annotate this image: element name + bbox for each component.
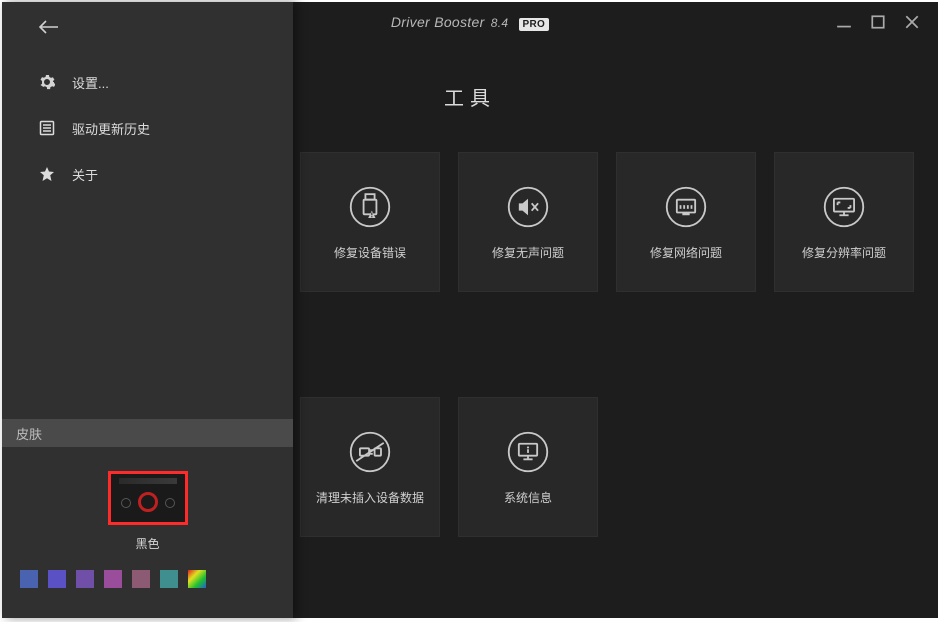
tile-fix-sound[interactable]: 修复无声问题 bbox=[458, 152, 598, 292]
skin-header: 皮肤 bbox=[2, 419, 293, 447]
tile-fix-network[interactable]: 修复网络问题 bbox=[616, 152, 756, 292]
tile-label: 修复无声问题 bbox=[492, 244, 564, 261]
skin-selected-name: 黑色 bbox=[2, 535, 293, 552]
tile-label: 修复分辨率问题 bbox=[802, 244, 886, 261]
color-swatch[interactable] bbox=[160, 570, 178, 588]
menu-label: 设置... bbox=[72, 73, 109, 92]
close-button[interactable] bbox=[904, 14, 920, 30]
skin-thumbnail-selected[interactable] bbox=[108, 471, 188, 525]
tile-label: 清理未插入设备数据 bbox=[316, 489, 424, 506]
color-swatch[interactable] bbox=[104, 570, 122, 588]
menu-label: 驱动更新历史 bbox=[72, 119, 150, 138]
color-swatches bbox=[2, 570, 293, 602]
app-title: Driver Booster 8.4 PRO bbox=[391, 14, 549, 30]
gear-icon bbox=[38, 73, 56, 91]
tile-fix-resolution[interactable]: 修复分辨率问题 bbox=[774, 152, 914, 292]
skin-section: 皮肤 黑色 bbox=[2, 419, 293, 618]
color-swatch[interactable] bbox=[48, 570, 66, 588]
menu-update-history[interactable]: 驱动更新历史 bbox=[2, 105, 293, 151]
tools-grid-row2: 清理未插入设备数据 系统信息 bbox=[300, 397, 598, 537]
menu-settings[interactable]: 设置... bbox=[2, 59, 293, 105]
window-controls bbox=[836, 2, 938, 42]
tools-grid-row1: 修复设备错误 修复无声问题 bbox=[300, 152, 940, 292]
usb-warning-icon bbox=[347, 184, 393, 230]
tile-system-info[interactable]: 系统信息 bbox=[458, 397, 598, 537]
back-button[interactable] bbox=[2, 2, 293, 49]
app-name: Driver Booster bbox=[391, 14, 485, 30]
tile-label: 系统信息 bbox=[504, 489, 552, 506]
menu-about[interactable]: 关于 bbox=[2, 151, 293, 197]
tile-fix-device[interactable]: 修复设备错误 bbox=[300, 152, 440, 292]
minimize-button[interactable] bbox=[836, 14, 852, 30]
side-menu: 设置... 驱动更新历史 关于 bbox=[2, 59, 293, 197]
pro-badge: PRO bbox=[519, 18, 550, 31]
maximize-button[interactable] bbox=[870, 14, 886, 30]
unplugged-icon bbox=[347, 429, 393, 475]
app-version: 8.4 bbox=[491, 16, 509, 30]
monitor-icon bbox=[821, 184, 867, 230]
color-swatch[interactable] bbox=[132, 570, 150, 588]
color-swatch[interactable] bbox=[20, 570, 38, 588]
system-info-icon bbox=[505, 429, 551, 475]
tile-label: 修复设备错误 bbox=[334, 244, 406, 261]
star-icon bbox=[38, 165, 56, 183]
menu-label: 关于 bbox=[72, 165, 98, 184]
tile-label: 修复网络问题 bbox=[650, 244, 722, 261]
ethernet-icon bbox=[663, 184, 709, 230]
color-swatch[interactable] bbox=[76, 570, 94, 588]
side-panel: 设置... 驱动更新历史 关于 皮肤 bbox=[2, 2, 293, 618]
speaker-mute-icon bbox=[505, 184, 551, 230]
color-swatch[interactable] bbox=[188, 570, 206, 588]
list-icon bbox=[38, 119, 56, 137]
tile-clean-unplugged[interactable]: 清理未插入设备数据 bbox=[300, 397, 440, 537]
